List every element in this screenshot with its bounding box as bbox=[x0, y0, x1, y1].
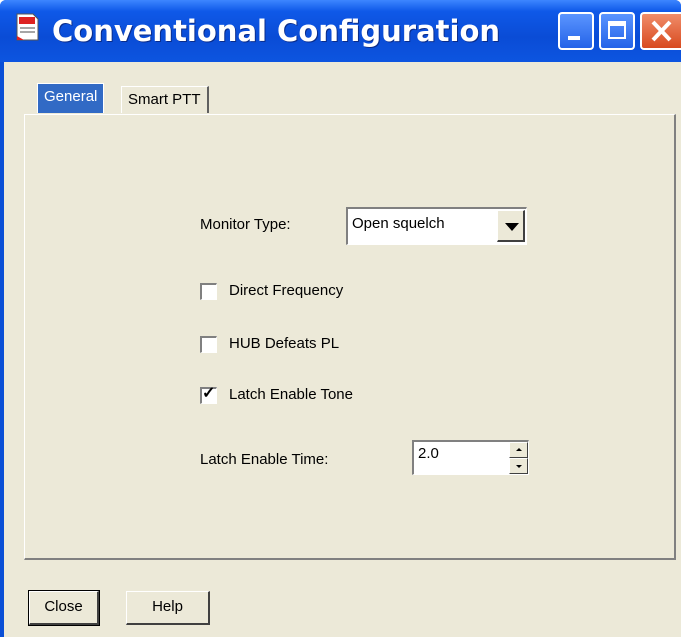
direct-frequency-checkbox[interactable] bbox=[200, 283, 217, 300]
latch-enable-tone-label: Latch Enable Tone bbox=[229, 386, 353, 403]
spin-down-button[interactable] bbox=[509, 458, 528, 474]
tab-panel-general bbox=[24, 114, 676, 560]
close-window-button[interactable] bbox=[640, 12, 681, 50]
spin-up-button[interactable] bbox=[509, 442, 528, 458]
monitor-type-value: Open squelch bbox=[352, 215, 445, 232]
hub-defeats-pl-label: HUB Defeats PL bbox=[229, 335, 340, 352]
minimize-button[interactable] bbox=[558, 12, 594, 50]
dialog-window: Conventional Configuration General Smart… bbox=[0, 0, 681, 637]
checkmark-icon: ✓ bbox=[202, 385, 216, 402]
window-title: Conventional Configuration bbox=[52, 14, 501, 48]
dialog-client-area: General Smart PTT Monitor Type: Open squ… bbox=[4, 62, 681, 637]
spinner-buttons bbox=[509, 442, 528, 474]
chevron-down-icon bbox=[505, 223, 519, 231]
tab-general[interactable]: General bbox=[37, 83, 105, 113]
latch-enable-tone-checkbox[interactable]: ✓ bbox=[200, 385, 217, 404]
help-button[interactable]: Help bbox=[126, 591, 210, 625]
close-button[interactable]: Close bbox=[28, 590, 100, 626]
direct-frequency-label: Direct Frequency bbox=[229, 282, 344, 299]
arrow-down-icon bbox=[516, 465, 522, 468]
dropdown-button[interactable] bbox=[497, 210, 525, 242]
monitor-type-dropdown[interactable]: Open squelch bbox=[346, 207, 527, 245]
maximize-icon bbox=[608, 21, 626, 39]
document-icon bbox=[16, 13, 39, 41]
title-bar[interactable]: Conventional Configuration bbox=[0, 0, 681, 62]
latch-enable-time-spinner[interactable]: 2.0 bbox=[412, 440, 529, 475]
hub-defeats-pl-checkbox[interactable] bbox=[200, 336, 217, 353]
monitor-type-label: Monitor Type: bbox=[200, 216, 291, 233]
latch-enable-time-value[interactable]: 2.0 bbox=[418, 445, 439, 462]
close-icon bbox=[651, 20, 672, 42]
maximize-button[interactable] bbox=[599, 12, 635, 50]
arrow-up-icon bbox=[516, 448, 522, 451]
latch-enable-time-label: Latch Enable Time: bbox=[200, 451, 329, 468]
tab-smart-ptt[interactable]: Smart PTT bbox=[121, 86, 209, 113]
minimize-icon bbox=[568, 36, 580, 40]
